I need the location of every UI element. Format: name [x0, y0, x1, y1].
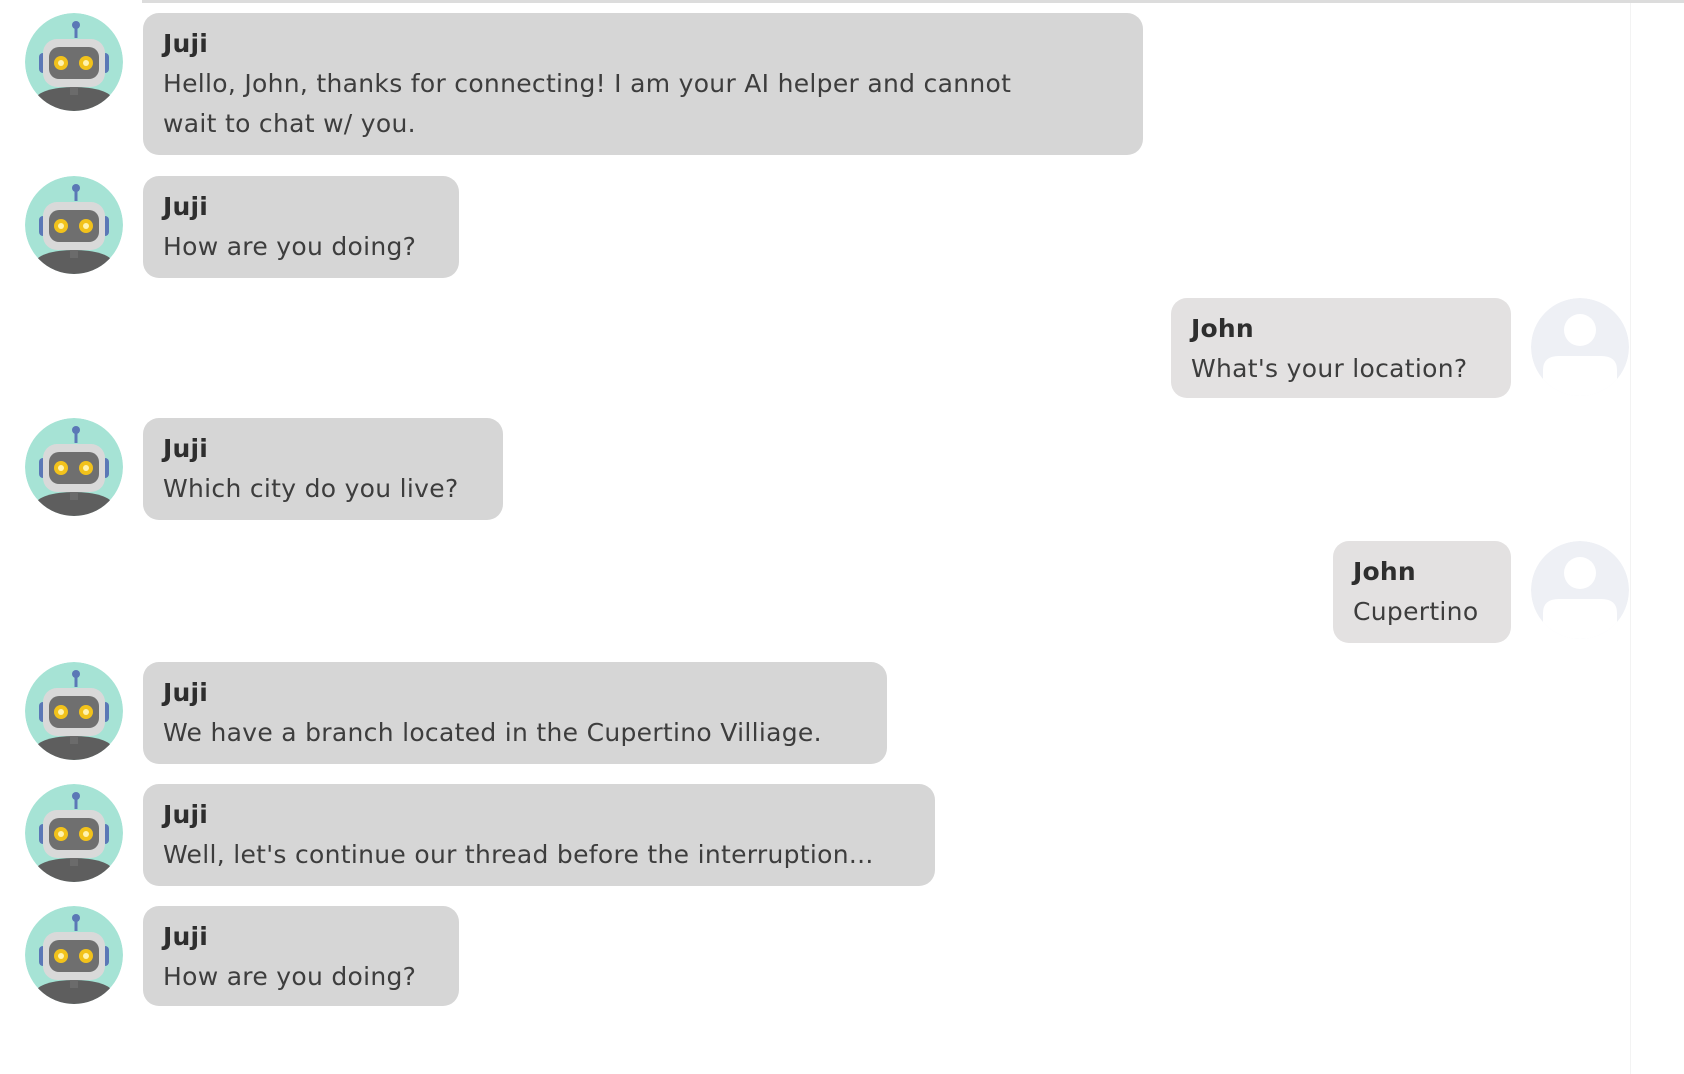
- message-bubble: Juji Which city do you live?: [143, 418, 503, 520]
- message-text: How are you doing?: [163, 962, 417, 991]
- message-text: How are you doing?: [163, 232, 417, 261]
- message-bubble: Juji Hello, John, thanks for connecting!…: [143, 13, 1143, 155]
- message-text: Cupertino: [1353, 597, 1479, 626]
- user-avatar-icon: [1531, 541, 1629, 639]
- robot-avatar-icon: [25, 418, 123, 516]
- robot-avatar-icon: [25, 906, 123, 1004]
- sender-name: Juji: [163, 800, 209, 829]
- sender-name: Juji: [163, 434, 209, 463]
- message-text: Which city do you live?: [163, 474, 459, 503]
- message-bubble: Juji Well, let's continue our thread bef…: [143, 784, 935, 886]
- robot-avatar-icon: [25, 176, 123, 274]
- user-message-row: John Cupertino: [1333, 541, 1629, 643]
- sender-name: Juji: [163, 678, 209, 707]
- user-message-row: John What's your location?: [1171, 298, 1629, 398]
- user-avatar-icon: [1531, 298, 1629, 396]
- message-bubble: John What's your location?: [1171, 298, 1511, 398]
- message-bubble: John Cupertino: [1333, 541, 1511, 643]
- sender-name: Juji: [163, 192, 209, 221]
- message-text: We have a branch located in the Cupertin…: [163, 718, 822, 747]
- message-bubble: Juji We have a branch located in the Cup…: [143, 662, 887, 764]
- bot-message-row: Juji Hello, John, thanks for connecting!…: [25, 13, 1143, 155]
- bot-message-row: Juji How are you doing?: [25, 176, 459, 278]
- bot-message-row: Juji We have a branch located in the Cup…: [25, 662, 887, 764]
- message-text: What's your location?: [1191, 354, 1468, 383]
- chat-transcript: Juji Hello, John, thanks for connecting!…: [0, 0, 1684, 1074]
- bot-message-row: Juji Well, let's continue our thread bef…: [25, 784, 935, 886]
- sender-name: Juji: [163, 922, 209, 951]
- robot-avatar-icon: [25, 662, 123, 760]
- sender-name: Juji: [163, 29, 209, 58]
- bot-message-row: Juji How are you doing?: [25, 906, 459, 1006]
- message-bubble: Juji How are you doing?: [143, 176, 459, 278]
- sender-name: John: [1191, 314, 1254, 343]
- robot-avatar-icon: [25, 13, 123, 111]
- message-text: Hello, John, thanks for connecting! I am…: [163, 69, 1012, 138]
- bot-message-row: Juji Which city do you live?: [25, 418, 503, 520]
- message-bubble: Juji How are you doing?: [143, 906, 459, 1006]
- sender-name: John: [1353, 557, 1416, 586]
- robot-avatar-icon: [25, 784, 123, 882]
- message-text: Well, let's continue our thread before t…: [163, 840, 874, 869]
